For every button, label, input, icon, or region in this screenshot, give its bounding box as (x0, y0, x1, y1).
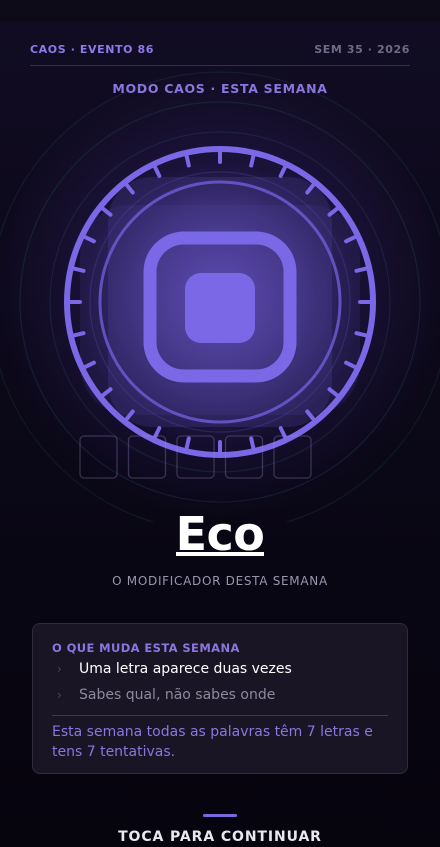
dial-tick (71, 266, 86, 273)
rule-text: Uma letra aparece duas vezes (79, 661, 292, 677)
dial-tick (249, 153, 256, 168)
continue-button[interactable]: TOCA PARA CONTINUAR (0, 829, 440, 845)
letter-slot (79, 435, 118, 479)
rule-item: › Uma letra aparece duas vezes (57, 661, 292, 677)
dial-tick (249, 436, 256, 451)
modifier-artwork (0, 71, 440, 522)
dial-tick (184, 436, 191, 451)
card-description: Esta semana todas as palavras têm 7 letr… (52, 724, 373, 760)
card-divider (52, 715, 388, 716)
card-title: O QUE MUDA ESTA SEMANA (52, 641, 240, 655)
title-underline (176, 552, 264, 556)
changes-card: O QUE MUDA ESTA SEMANA › Uma letra apare… (32, 623, 408, 774)
dial-tick (354, 331, 369, 338)
dial-tick (278, 164, 288, 178)
rule-text: Sabes qual, não sabes onde (79, 687, 276, 703)
chevron-right-icon: › (57, 688, 62, 702)
dial-tick (71, 331, 86, 338)
dial-tick (354, 266, 369, 273)
dial-tick (152, 164, 162, 178)
dial-tick (184, 153, 191, 168)
rule-item: › Sabes qual, não sabes onde (57, 687, 275, 703)
continue-indicator (203, 814, 237, 817)
status-bar (0, 0, 440, 22)
chevron-right-icon: › (57, 662, 62, 676)
modifier-subtitle: O MODIFICADOR DESTA SEMANA (112, 574, 328, 588)
